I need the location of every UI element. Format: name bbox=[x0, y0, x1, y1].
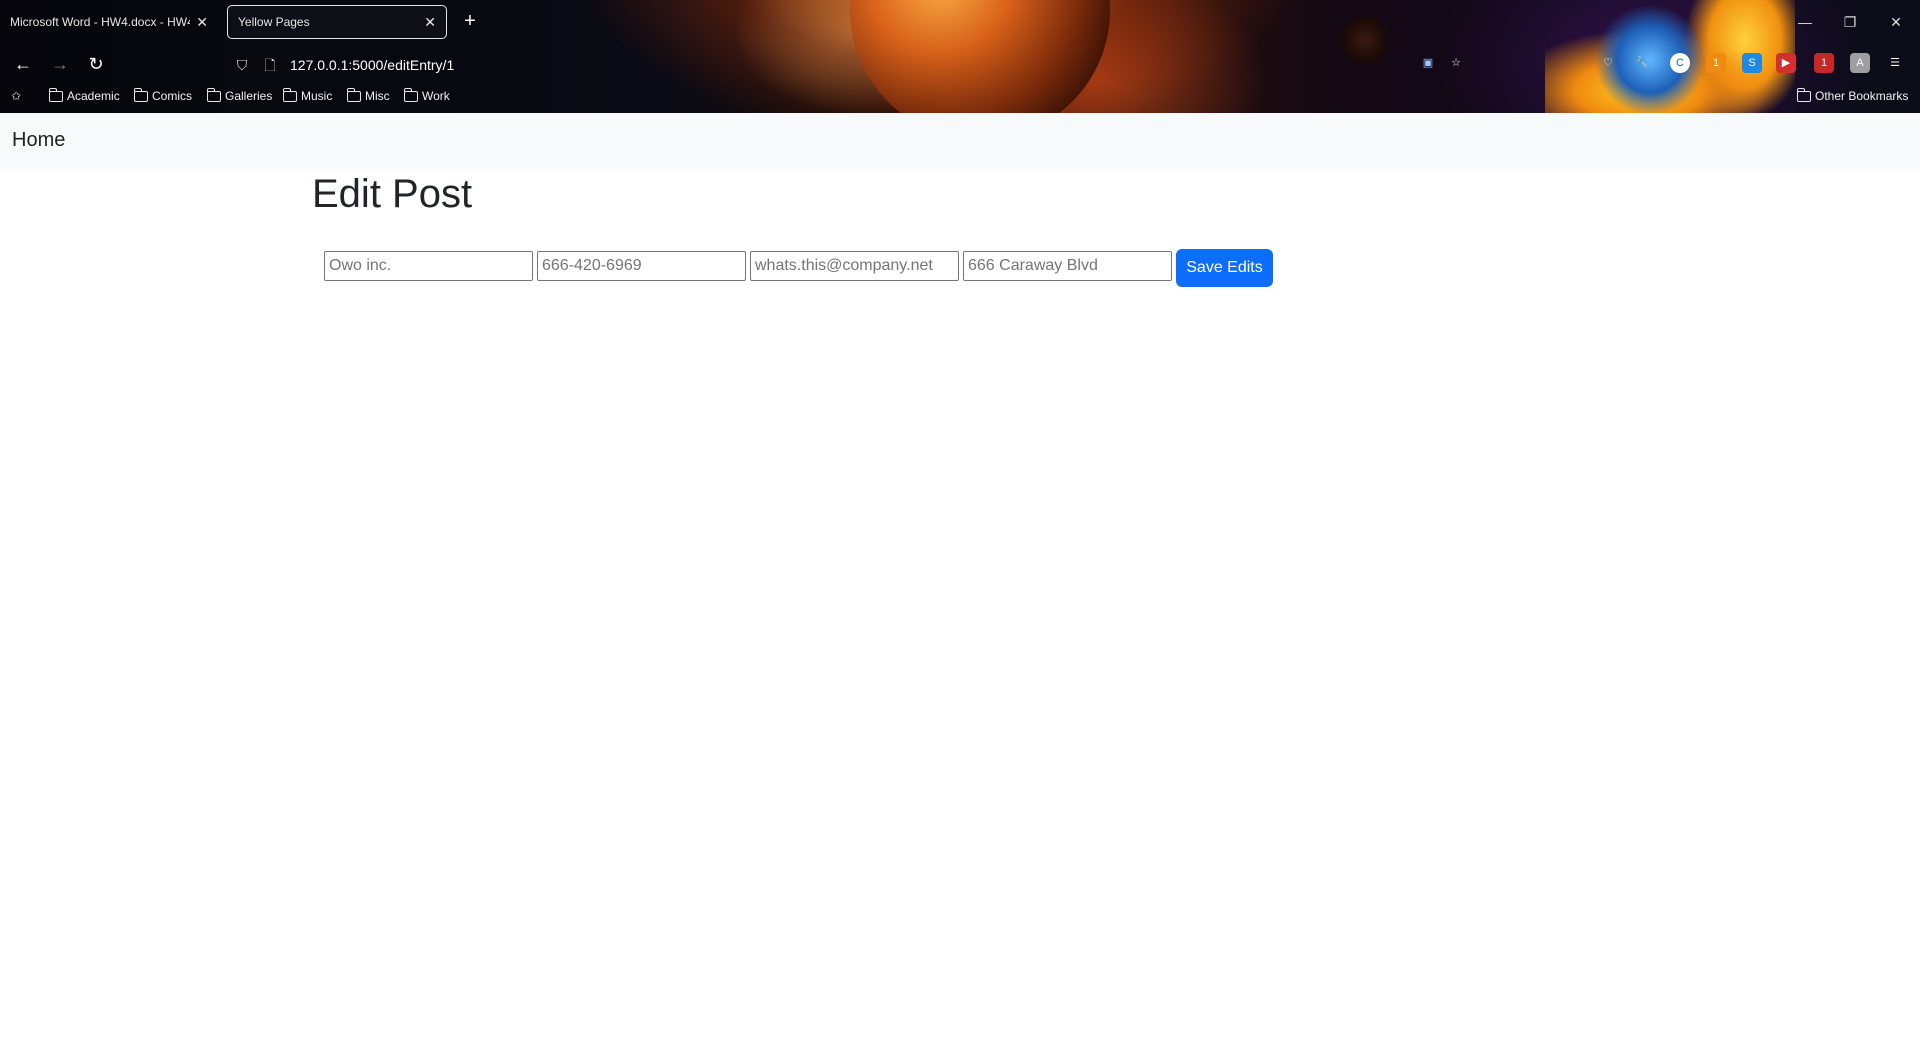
tab-title: Microsoft Word - HW4.docx - HW4 bbox=[10, 15, 191, 29]
folder-icon bbox=[1796, 87, 1811, 102]
badge-count: 1 bbox=[1820, 57, 1828, 69]
extension-notify-icon[interactable]: 1 bbox=[1814, 53, 1834, 73]
bookmark-folder-misc[interactable]: Misc bbox=[346, 87, 390, 103]
url-text[interactable]: 127.0.0.1:5000/editEntry/1 bbox=[290, 57, 454, 73]
folder-icon bbox=[346, 87, 361, 102]
extension-video-icon[interactable]: ▶ bbox=[1776, 53, 1796, 73]
close-window-button[interactable]: ✕ bbox=[1886, 12, 1906, 32]
restore-button[interactable]: ❐ bbox=[1840, 12, 1860, 32]
bookmark-label: Comics bbox=[152, 89, 193, 103]
tab-yellow-pages[interactable]: Yellow Pages ✕ bbox=[227, 5, 447, 39]
bookmark-folder-work[interactable]: Work bbox=[403, 87, 450, 103]
bookmarks-manage-icon[interactable]: ✩ bbox=[11, 89, 21, 103]
menu-icon[interactable]: ☰ bbox=[1885, 53, 1905, 73]
extension-c-icon[interactable]: C bbox=[1670, 53, 1690, 73]
extension-s-icon[interactable]: S bbox=[1742, 53, 1762, 73]
folder-icon bbox=[282, 87, 297, 102]
screen-share-icon[interactable]: ▣ bbox=[1418, 53, 1438, 73]
folder-icon bbox=[206, 87, 221, 102]
tab-close-icon[interactable]: ✕ bbox=[196, 14, 208, 31]
email-input[interactable] bbox=[750, 251, 959, 281]
forward-button[interactable]: → bbox=[48, 52, 72, 76]
bookmark-folder-comics[interactable]: Comics bbox=[133, 87, 193, 103]
folder-icon bbox=[403, 87, 418, 102]
other-bookmarks-folder[interactable]: Other Bookmarks bbox=[1796, 87, 1909, 103]
phone-input[interactable] bbox=[537, 251, 746, 281]
bookmark-label: Music bbox=[301, 89, 333, 103]
new-tab-button[interactable]: + bbox=[459, 10, 481, 32]
bookmark-folder-music[interactable]: Music bbox=[282, 87, 333, 103]
bookmark-label: Other Bookmarks bbox=[1815, 89, 1909, 103]
tab-close-icon[interactable]: ✕ bbox=[424, 14, 436, 31]
url-bar[interactable]: ⛉ 🗋 127.0.0.1:5000/editEntry/1 bbox=[230, 50, 1230, 80]
extension-badge-icon[interactable]: 1 bbox=[1706, 53, 1726, 73]
business-name-input[interactable] bbox=[324, 251, 533, 281]
bookmark-folder-galleries[interactable]: Galleries bbox=[206, 87, 273, 103]
address-input[interactable] bbox=[963, 251, 1172, 281]
pocket-icon[interactable]: ♡ bbox=[1598, 53, 1618, 73]
page-icon[interactable]: 🗋 bbox=[258, 53, 282, 77]
reload-button[interactable]: ↻ bbox=[84, 52, 108, 76]
site-navbar: Home bbox=[0, 113, 1920, 169]
back-button[interactable]: ← bbox=[11, 52, 35, 76]
page-title: Edit Post bbox=[312, 172, 473, 216]
browser-chrome: Microsoft Word - HW4.docx - HW4 ✕ Yellow… bbox=[0, 0, 1920, 140]
shield-icon[interactable]: ⛉ bbox=[230, 53, 254, 77]
folder-icon bbox=[48, 87, 63, 102]
save-edits-button[interactable]: Save Edits bbox=[1176, 249, 1273, 287]
extension-grey-icon[interactable]: A bbox=[1850, 53, 1870, 73]
bookmark-star-icon[interactable]: ☆ bbox=[1446, 53, 1466, 73]
tab-word-doc[interactable]: Microsoft Word - HW4.docx - HW4 ✕ bbox=[0, 5, 218, 39]
bookmark-label: Work bbox=[422, 89, 450, 103]
minimize-button[interactable]: — bbox=[1795, 12, 1815, 32]
bookmark-label: Misc bbox=[365, 89, 390, 103]
wrench-icon[interactable]: 🔧 bbox=[1632, 53, 1652, 73]
badge-count: 1 bbox=[1712, 57, 1720, 69]
bookmarks-toolbar: ✩ Academic Comics Galleries Music Misc W… bbox=[0, 86, 1920, 110]
folder-icon bbox=[133, 87, 148, 102]
bookmark-folder-academic[interactable]: Academic bbox=[48, 87, 120, 103]
bookmark-label: Galleries bbox=[225, 89, 273, 103]
tab-title: Yellow Pages bbox=[238, 15, 310, 29]
bookmark-label: Academic bbox=[67, 89, 120, 103]
home-link[interactable]: Home bbox=[12, 129, 65, 152]
